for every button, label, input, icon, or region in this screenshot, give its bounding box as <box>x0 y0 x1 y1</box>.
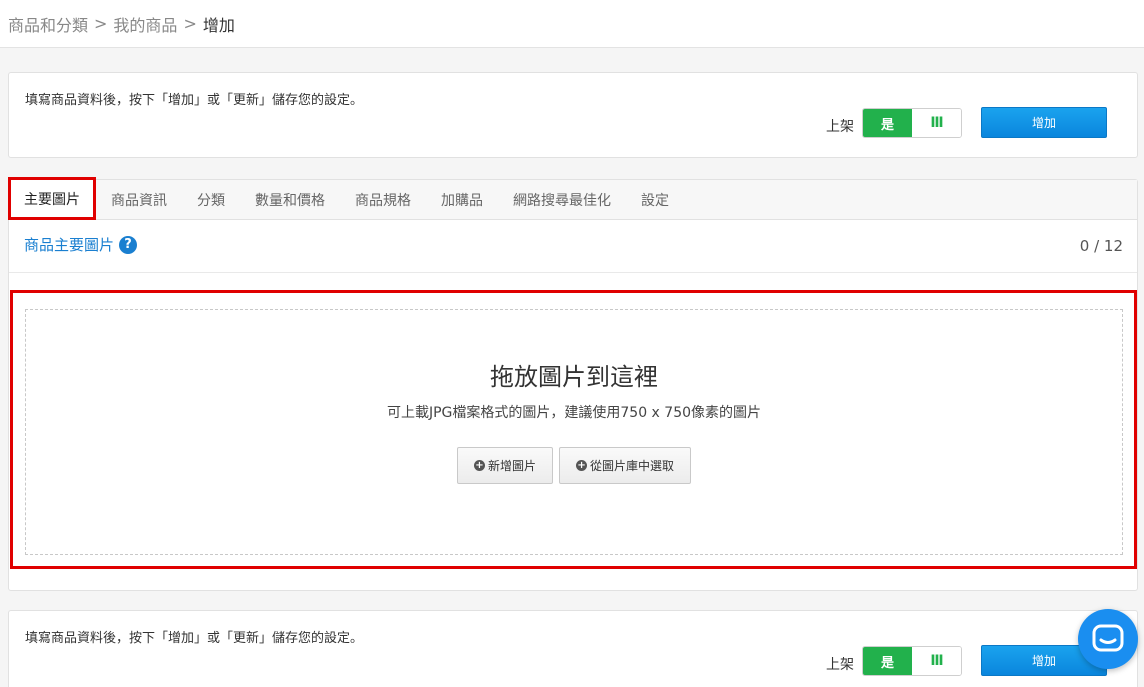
select-from-library-label: 從圖片庫中選取 <box>590 459 675 473</box>
main-panel: 主要圖片 商品資訊 分類 數量和價格 商品規格 加購品 網路搜尋最佳化 設定 商… <box>8 177 1138 591</box>
listed-toggle[interactable]: 是 Ⅲ <box>862 646 962 676</box>
tab-bar: 主要圖片 商品資訊 分類 數量和價格 商品規格 加購品 網路搜尋最佳化 設定 <box>8 177 1137 220</box>
tab-settings[interactable]: 設定 <box>626 180 684 219</box>
chat-button[interactable] <box>1078 609 1138 669</box>
section-title-wrap: 商品主要圖片 ? <box>24 234 138 255</box>
tab-seo[interactable]: 網路搜尋最佳化 <box>498 180 626 219</box>
add-button[interactable]: 增加 <box>981 107 1107 138</box>
image-dropzone[interactable]: 拖放圖片到這裡 可上載JPG檔案格式的圖片，建議使用750 x 750像素的圖片… <box>25 309 1123 555</box>
chat-bubble-icon <box>1092 624 1124 652</box>
add-image-label: 新增圖片 <box>488 459 537 473</box>
save-hint: 填寫商品資料後，按下「增加」或「更新」儲存您的設定。 <box>25 631 364 646</box>
image-counter: 0 / 12 <box>1079 237 1123 255</box>
breadcrumb-separator: > <box>183 14 197 33</box>
listed-label: 上架 <box>826 657 854 673</box>
tab-categories[interactable]: 分類 <box>182 180 240 219</box>
add-image-button[interactable]: + 新增圖片 <box>457 447 554 484</box>
save-panel-bottom: 填寫商品資料後，按下「增加」或「更新」儲存您的設定。 上架 是 Ⅲ 增加 <box>8 610 1138 687</box>
question-circle-icon[interactable]: ? <box>119 235 138 254</box>
tab-quantity-price[interactable]: 數量和價格 <box>240 180 340 219</box>
dropzone-highlight: 拖放圖片到這裡 可上載JPG檔案格式的圖片，建議使用750 x 750像素的圖片… <box>10 290 1137 569</box>
select-from-library-button[interactable]: + 從圖片庫中選取 <box>559 447 692 484</box>
dropzone-description: 可上載JPG檔案格式的圖片，建議使用750 x 750像素的圖片 <box>386 405 762 421</box>
breadcrumb-item-products-categories[interactable]: 商品和分類 <box>8 12 88 36</box>
dropzone-actions: + 新增圖片 + 從圖片庫中選取 <box>457 447 692 484</box>
listed-label: 上架 <box>826 119 854 135</box>
plus-circle-icon: + <box>576 459 588 471</box>
toggle-yes[interactable]: 是 <box>863 647 912 675</box>
save-panel-top: 填寫商品資料後，按下「增加」或「更新」儲存您的設定。 上架 是 Ⅲ 增加 <box>8 72 1138 158</box>
breadcrumb-current: 增加 <box>202 15 235 35</box>
tab-product-info[interactable]: 商品資訊 <box>96 180 182 219</box>
plus-circle-icon: + <box>474 459 485 471</box>
breadcrumb-item-my-products[interactable]: 我的商品 <box>113 12 177 36</box>
section-header: 商品主要圖片 ? 0 / 12 <box>9 220 1137 273</box>
toggle-yes[interactable]: 是 <box>863 109 912 137</box>
save-hint: 填寫商品資料後，按下「增加」或「更新」儲存您的設定。 <box>25 93 364 108</box>
tab-specifications[interactable]: 商品規格 <box>340 180 426 219</box>
breadcrumb-separator: > <box>94 14 108 33</box>
tab-main-images[interactable]: 主要圖片 <box>8 177 96 220</box>
breadcrumb: 商品和分類 > 我的商品 > 增加 <box>0 0 1144 48</box>
section-title: 商品主要圖片 <box>24 236 115 254</box>
tab-addon-products[interactable]: 加購品 <box>426 180 498 219</box>
listed-toggle[interactable]: 是 Ⅲ <box>862 108 962 138</box>
dropzone-title: 拖放圖片到這裡 <box>490 363 658 391</box>
toggle-no[interactable]: Ⅲ <box>912 647 961 675</box>
toggle-no[interactable]: Ⅲ <box>912 109 961 137</box>
